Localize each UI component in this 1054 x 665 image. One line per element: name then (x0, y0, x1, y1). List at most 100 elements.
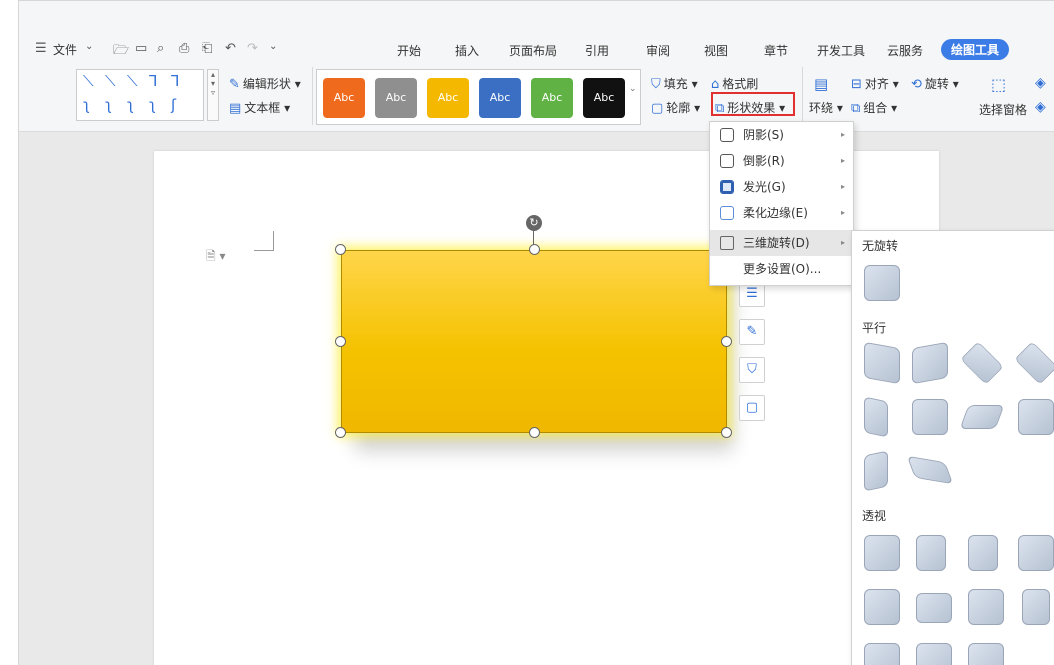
tab-review[interactable]: 审阅 (646, 42, 670, 59)
selection-pane-icon[interactable]: ⬚ (991, 75, 1006, 94)
menu-item-shadow[interactable]: 阴影(S) ▸ (710, 122, 853, 148)
tab-home[interactable]: 开始 (397, 42, 421, 59)
textbox-icon: ▤ (229, 101, 242, 116)
tab-references[interactable]: 引用 (585, 42, 609, 59)
parallel-preset-7[interactable] (959, 405, 1005, 429)
send-backward-icon[interactable]: ◈ (1035, 99, 1046, 115)
tab-cloud[interactable]: 云服务 (887, 42, 923, 59)
fill-quick-icon[interactable]: ⛉ (739, 357, 765, 383)
chevron-down-icon[interactable]: ⌄ (85, 41, 93, 52)
resize-handle-l[interactable] (335, 336, 346, 347)
perspective-preset-5[interactable] (864, 589, 900, 625)
resize-handle-br[interactable] (721, 427, 732, 438)
save-icon[interactable]: ▭ (135, 41, 147, 56)
menu-item-soft-edges[interactable]: 柔化边缘(E) ▸ (710, 200, 853, 226)
menu-item-reflection[interactable]: 倒影(R) ▸ (710, 148, 853, 174)
parallel-preset-6[interactable] (912, 399, 948, 435)
menu-item-3d-rotation[interactable]: 三维旋转(D) ▸ (710, 230, 853, 256)
customize-icon[interactable]: ⌄ (269, 41, 277, 52)
print-icon[interactable]: ⎙ (179, 41, 189, 56)
redo-icon[interactable]: ↷ (247, 41, 258, 56)
selection-pane-button[interactable]: 选择窗格 (979, 101, 1027, 118)
style-gallery-more-icon[interactable]: ⌄ (629, 84, 637, 94)
gallery-scroll[interactable]: ▴ ▾ ▿ (207, 69, 219, 121)
parallel-preset-8[interactable] (1018, 399, 1054, 435)
style-preset-yellow[interactable]: Abc (427, 78, 469, 118)
parallel-preset-2[interactable] (912, 341, 948, 385)
file-menu[interactable]: 文件 (53, 41, 77, 58)
curved-arrow-icon[interactable]: ʅ (127, 96, 134, 114)
perspective-preset-2[interactable] (916, 535, 946, 571)
parallel-preset-5[interactable] (864, 396, 888, 438)
style-preset-blue[interactable]: Abc (479, 78, 521, 118)
line-shapes-gallery: ⟍ ⟍ ⟍ ⅂ ⅂ ʅ ʅ ʅ ʅ ʃ (76, 69, 204, 121)
tab-page-layout[interactable]: 页面布局 (509, 42, 557, 59)
style-preset-green[interactable]: Abc (531, 78, 573, 118)
submenu-arrow-icon: ▸ (840, 182, 845, 191)
textbox-button[interactable]: ▤ 文本框 ▾ (229, 99, 290, 116)
selected-rectangle-shape[interactable] (341, 250, 727, 433)
parallel-preset-10[interactable] (906, 455, 954, 485)
perspective-preset-11[interactable] (968, 643, 1004, 665)
style-preset-orange[interactable]: Abc (323, 78, 365, 118)
print-preview-icon[interactable]: ⎗ (202, 41, 212, 56)
pen-edit-icon[interactable]: ✎ (739, 319, 765, 345)
perspective-preset-4[interactable] (1018, 535, 1054, 571)
elbow-arrow-icon[interactable]: ⅂ (171, 72, 179, 90)
rotate-button[interactable]: ⟲ 旋转 ▾ (911, 75, 959, 92)
freeform-curve-icon[interactable]: ʃ (171, 96, 176, 114)
rotate-handle-icon[interactable]: ↻ (526, 215, 542, 231)
search-doc-icon[interactable]: ⌕ (157, 41, 164, 56)
parallel-preset-1[interactable] (864, 341, 900, 385)
menu-item-more-settings[interactable]: 更多设置(O)... (710, 256, 853, 282)
style-preset-black[interactable]: Abc (583, 78, 625, 118)
parallel-preset-3[interactable] (960, 341, 1004, 385)
open-folder-icon[interactable]: 🗁 (113, 41, 129, 63)
resize-handle-r[interactable] (721, 336, 732, 347)
outline-button[interactable]: ▢ 轮廓 ▾ (651, 99, 700, 116)
elbow-double-arrow-icon[interactable]: ʅ (83, 96, 90, 114)
perspective-preset-6[interactable] (916, 593, 952, 623)
tab-view[interactable]: 视图 (704, 42, 728, 59)
resize-handle-tl[interactable] (335, 244, 346, 255)
perspective-preset-9[interactable] (864, 643, 900, 665)
tab-drawing-tools[interactable]: 绘图工具 (941, 39, 1010, 60)
wrap-button[interactable]: 环绕 ▾ (809, 99, 843, 116)
undo-icon[interactable]: ↶ (225, 41, 236, 56)
hamburger-menu-icon[interactable]: ☰ (35, 41, 47, 56)
parallel-preset-4[interactable] (1014, 341, 1054, 385)
tab-insert[interactable]: 插入 (455, 42, 479, 59)
resize-handle-b[interactable] (529, 427, 540, 438)
fill-button[interactable]: ⛉ 填充 ▾ (651, 75, 698, 92)
divider (802, 67, 803, 125)
perspective-preset-8[interactable] (1022, 589, 1050, 625)
wrap-icon[interactable]: ▤ (814, 75, 828, 93)
elbow-connector-icon[interactable]: ⅂ (149, 72, 157, 90)
edit-shape-button[interactable]: ✎ 编辑形状 ▾ (229, 75, 301, 92)
perspective-preset-7[interactable] (968, 589, 1004, 625)
double-arrow-line-icon[interactable]: ⟍ (127, 72, 138, 90)
resize-handle-t[interactable] (529, 244, 540, 255)
line-shape-icon[interactable]: ⟍ (83, 72, 94, 90)
parallel-preset-9[interactable] (864, 450, 888, 492)
perspective-preset-1[interactable] (864, 535, 900, 571)
margin-marker (254, 231, 274, 251)
menu-item-glow[interactable]: 发光(G) ▸ (710, 174, 853, 200)
group-button[interactable]: ⧉ 组合 ▾ (851, 99, 897, 116)
tab-chapter[interactable]: 章节 (764, 42, 788, 59)
outline-quick-icon[interactable]: ▢ (739, 395, 765, 421)
curved-double-arrow-icon[interactable]: ʅ (149, 96, 156, 114)
ribbon: ☰ 文件 ⌄ 🗁 ▭ ⌕ ⎙ ⎗ ↶ ↷ ⌄ 开始 插入 页面布局 引用 审阅 … (19, 1, 1054, 132)
bring-forward-icon[interactable]: ◈ (1035, 75, 1046, 91)
format-painter-button[interactable]: ⌂ 格式刷 (711, 75, 758, 92)
arrow-line-icon[interactable]: ⟍ (105, 72, 116, 90)
align-button[interactable]: ⊟ 对齐 ▾ (851, 75, 899, 92)
tab-developer[interactable]: 开发工具 (817, 42, 865, 59)
perspective-preset-10[interactable] (916, 643, 952, 665)
curved-connector-icon[interactable]: ʅ (105, 96, 112, 114)
no-rotation-tile[interactable] (864, 265, 900, 301)
resize-handle-bl[interactable] (335, 427, 346, 438)
perspective-preset-3[interactable] (968, 535, 998, 571)
style-preset-gray[interactable]: Abc (375, 78, 417, 118)
paste-options-icon[interactable]: 🗎 ▾ (206, 247, 226, 268)
